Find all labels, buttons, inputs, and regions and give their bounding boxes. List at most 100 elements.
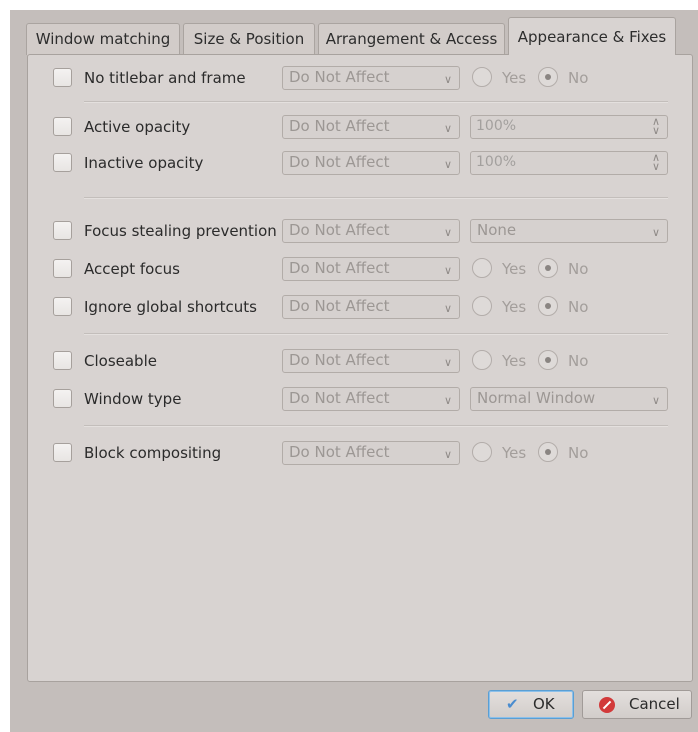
inactive-opacity-policy-combo[interactable]: Do Not Affect ∨	[282, 151, 460, 175]
chevron-down-icon: ∨	[443, 158, 452, 171]
inactive-opacity-policy-value: Do Not Affect	[289, 153, 390, 171]
chevron-down-icon: ∨	[443, 356, 452, 369]
tab-size-position[interactable]: Size & Position	[183, 23, 315, 55]
window-type-value-combo[interactable]: Normal Window ∨	[470, 387, 668, 411]
accept-focus-no-radio[interactable]	[538, 258, 558, 278]
closeable-policy-value: Do Not Affect	[289, 351, 390, 369]
accept-focus-yes-radio[interactable]	[472, 258, 492, 278]
window-type-checkbox[interactable]	[53, 389, 72, 408]
accept-focus-no-label: No	[568, 260, 589, 278]
ignore-shortcuts-checkbox[interactable]	[53, 297, 72, 316]
ok-button[interactable]: ✔ OK	[488, 690, 574, 719]
no-titlebar-policy-combo[interactable]: Do Not Affect ∨	[282, 66, 460, 90]
block-compositing-yes-label: Yes	[502, 444, 527, 462]
active-opacity-checkbox[interactable]	[53, 117, 72, 136]
row-window-type: Window type Do Not Affect ∨ Normal Windo…	[28, 386, 692, 412]
ignore-shortcuts-no-label: No	[568, 298, 589, 316]
chevron-down-icon: ∨	[651, 394, 660, 407]
block-compositing-no-radio[interactable]	[538, 442, 558, 462]
block-compositing-no-label: No	[568, 444, 589, 462]
chevron-down-icon: ∨	[651, 226, 660, 239]
no-titlebar-label: No titlebar and frame	[84, 69, 246, 87]
focus-stealing-level-combo[interactable]: None ∨	[470, 219, 668, 243]
active-opacity-spinbox[interactable]: 100% ∧ ∨	[470, 115, 668, 139]
spin-arrows-icon[interactable]: ∧ ∨	[652, 152, 660, 172]
row-closeable: Closeable Do Not Affect ∨ Yes No	[28, 348, 692, 374]
row-no-titlebar: No titlebar and frame Do Not Affect ∨ Ye…	[28, 65, 692, 91]
window-type-label: Window type	[84, 390, 182, 408]
window-type-value: Normal Window	[477, 389, 596, 407]
inactive-opacity-spinbox[interactable]: 100% ∧ ∨	[470, 151, 668, 175]
no-titlebar-policy-value: Do Not Affect	[289, 68, 390, 86]
spin-arrows-icon[interactable]: ∧ ∨	[652, 116, 660, 136]
separator	[84, 101, 668, 103]
row-inactive-opacity: Inactive opacity Do Not Affect ∨ 100% ∧ ∨	[28, 150, 692, 176]
accept-focus-policy-value: Do Not Affect	[289, 259, 390, 277]
accept-focus-label: Accept focus	[84, 260, 180, 278]
active-opacity-policy-combo[interactable]: Do Not Affect ∨	[282, 115, 460, 139]
checkmark-icon: ✔	[506, 695, 519, 713]
row-active-opacity: Active opacity Do Not Affect ∨ 100% ∧ ∨	[28, 114, 692, 140]
no-titlebar-no-label: No	[568, 69, 589, 87]
inactive-opacity-label: Inactive opacity	[84, 154, 204, 172]
tab-arrangement-access[interactable]: Arrangement & Access	[318, 23, 505, 55]
focus-stealing-label: Focus stealing prevention	[84, 222, 277, 240]
ignore-shortcuts-policy-combo[interactable]: Do Not Affect ∨	[282, 295, 460, 319]
block-compositing-policy-combo[interactable]: Do Not Affect ∨	[282, 441, 460, 465]
closeable-yes-radio[interactable]	[472, 350, 492, 370]
active-opacity-label: Active opacity	[84, 118, 191, 136]
block-compositing-checkbox[interactable]	[53, 443, 72, 462]
chevron-down-icon: ∨	[443, 226, 452, 239]
block-compositing-yes-radio[interactable]	[472, 442, 492, 462]
no-titlebar-checkbox[interactable]	[53, 68, 72, 87]
no-titlebar-yes-label: Yes	[502, 69, 527, 87]
separator	[84, 333, 668, 335]
chevron-down-icon: ∨	[443, 73, 452, 86]
tab-window-matching[interactable]: Window matching	[26, 23, 180, 55]
separator	[84, 197, 668, 199]
tab-appearance-fixes[interactable]: Appearance & Fixes	[508, 17, 676, 55]
row-block-compositing: Block compositing Do Not Affect ∨ Yes No	[28, 440, 692, 466]
focus-stealing-checkbox[interactable]	[53, 221, 72, 240]
closeable-yes-label: Yes	[502, 352, 527, 370]
ignore-shortcuts-yes-label: Yes	[502, 298, 527, 316]
closeable-checkbox[interactable]	[53, 351, 72, 370]
closeable-no-radio[interactable]	[538, 350, 558, 370]
ignore-shortcuts-yes-radio[interactable]	[472, 296, 492, 316]
chevron-down-icon: ∨	[443, 264, 452, 277]
tab-panel-appearance-fixes: No titlebar and frame Do Not Affect ∨ Ye…	[27, 54, 693, 682]
row-ignore-shortcuts: Ignore global shortcuts Do Not Affect ∨ …	[28, 294, 692, 320]
closeable-policy-combo[interactable]: Do Not Affect ∨	[282, 349, 460, 373]
block-compositing-policy-value: Do Not Affect	[289, 443, 390, 461]
no-titlebar-yes-radio[interactable]	[472, 67, 492, 87]
separator	[84, 425, 668, 427]
chevron-down-icon: ∨	[443, 394, 452, 407]
cancel-button-label: Cancel	[629, 695, 680, 713]
inactive-opacity-value: 100%	[476, 154, 517, 170]
inactive-opacity-checkbox[interactable]	[53, 153, 72, 172]
chevron-down-icon: ∨	[443, 448, 452, 461]
row-focus-stealing: Focus stealing prevention Do Not Affect …	[28, 218, 692, 244]
accept-focus-checkbox[interactable]	[53, 259, 72, 278]
active-opacity-policy-value: Do Not Affect	[289, 117, 390, 135]
ok-button-label: OK	[533, 695, 555, 713]
cancel-icon	[599, 697, 615, 713]
focus-stealing-level-value: None	[477, 221, 517, 239]
accept-focus-policy-combo[interactable]: Do Not Affect ∨	[282, 257, 460, 281]
focus-stealing-policy-combo[interactable]: Do Not Affect ∨	[282, 219, 460, 243]
focus-stealing-policy-value: Do Not Affect	[289, 221, 390, 239]
window-type-policy-combo[interactable]: Do Not Affect ∨	[282, 387, 460, 411]
row-accept-focus: Accept focus Do Not Affect ∨ Yes No	[28, 256, 692, 282]
active-opacity-value: 100%	[476, 118, 517, 134]
cancel-button[interactable]: Cancel	[582, 690, 692, 719]
window-type-policy-value: Do Not Affect	[289, 389, 390, 407]
ignore-shortcuts-policy-value: Do Not Affect	[289, 297, 390, 315]
no-titlebar-no-radio[interactable]	[538, 67, 558, 87]
accept-focus-yes-label: Yes	[502, 260, 527, 278]
closeable-label: Closeable	[84, 352, 157, 370]
chevron-down-icon: ∨	[443, 122, 452, 135]
ignore-shortcuts-no-radio[interactable]	[538, 296, 558, 316]
ignore-shortcuts-label: Ignore global shortcuts	[84, 298, 257, 316]
closeable-no-label: No	[568, 352, 589, 370]
block-compositing-label: Block compositing	[84, 444, 222, 462]
